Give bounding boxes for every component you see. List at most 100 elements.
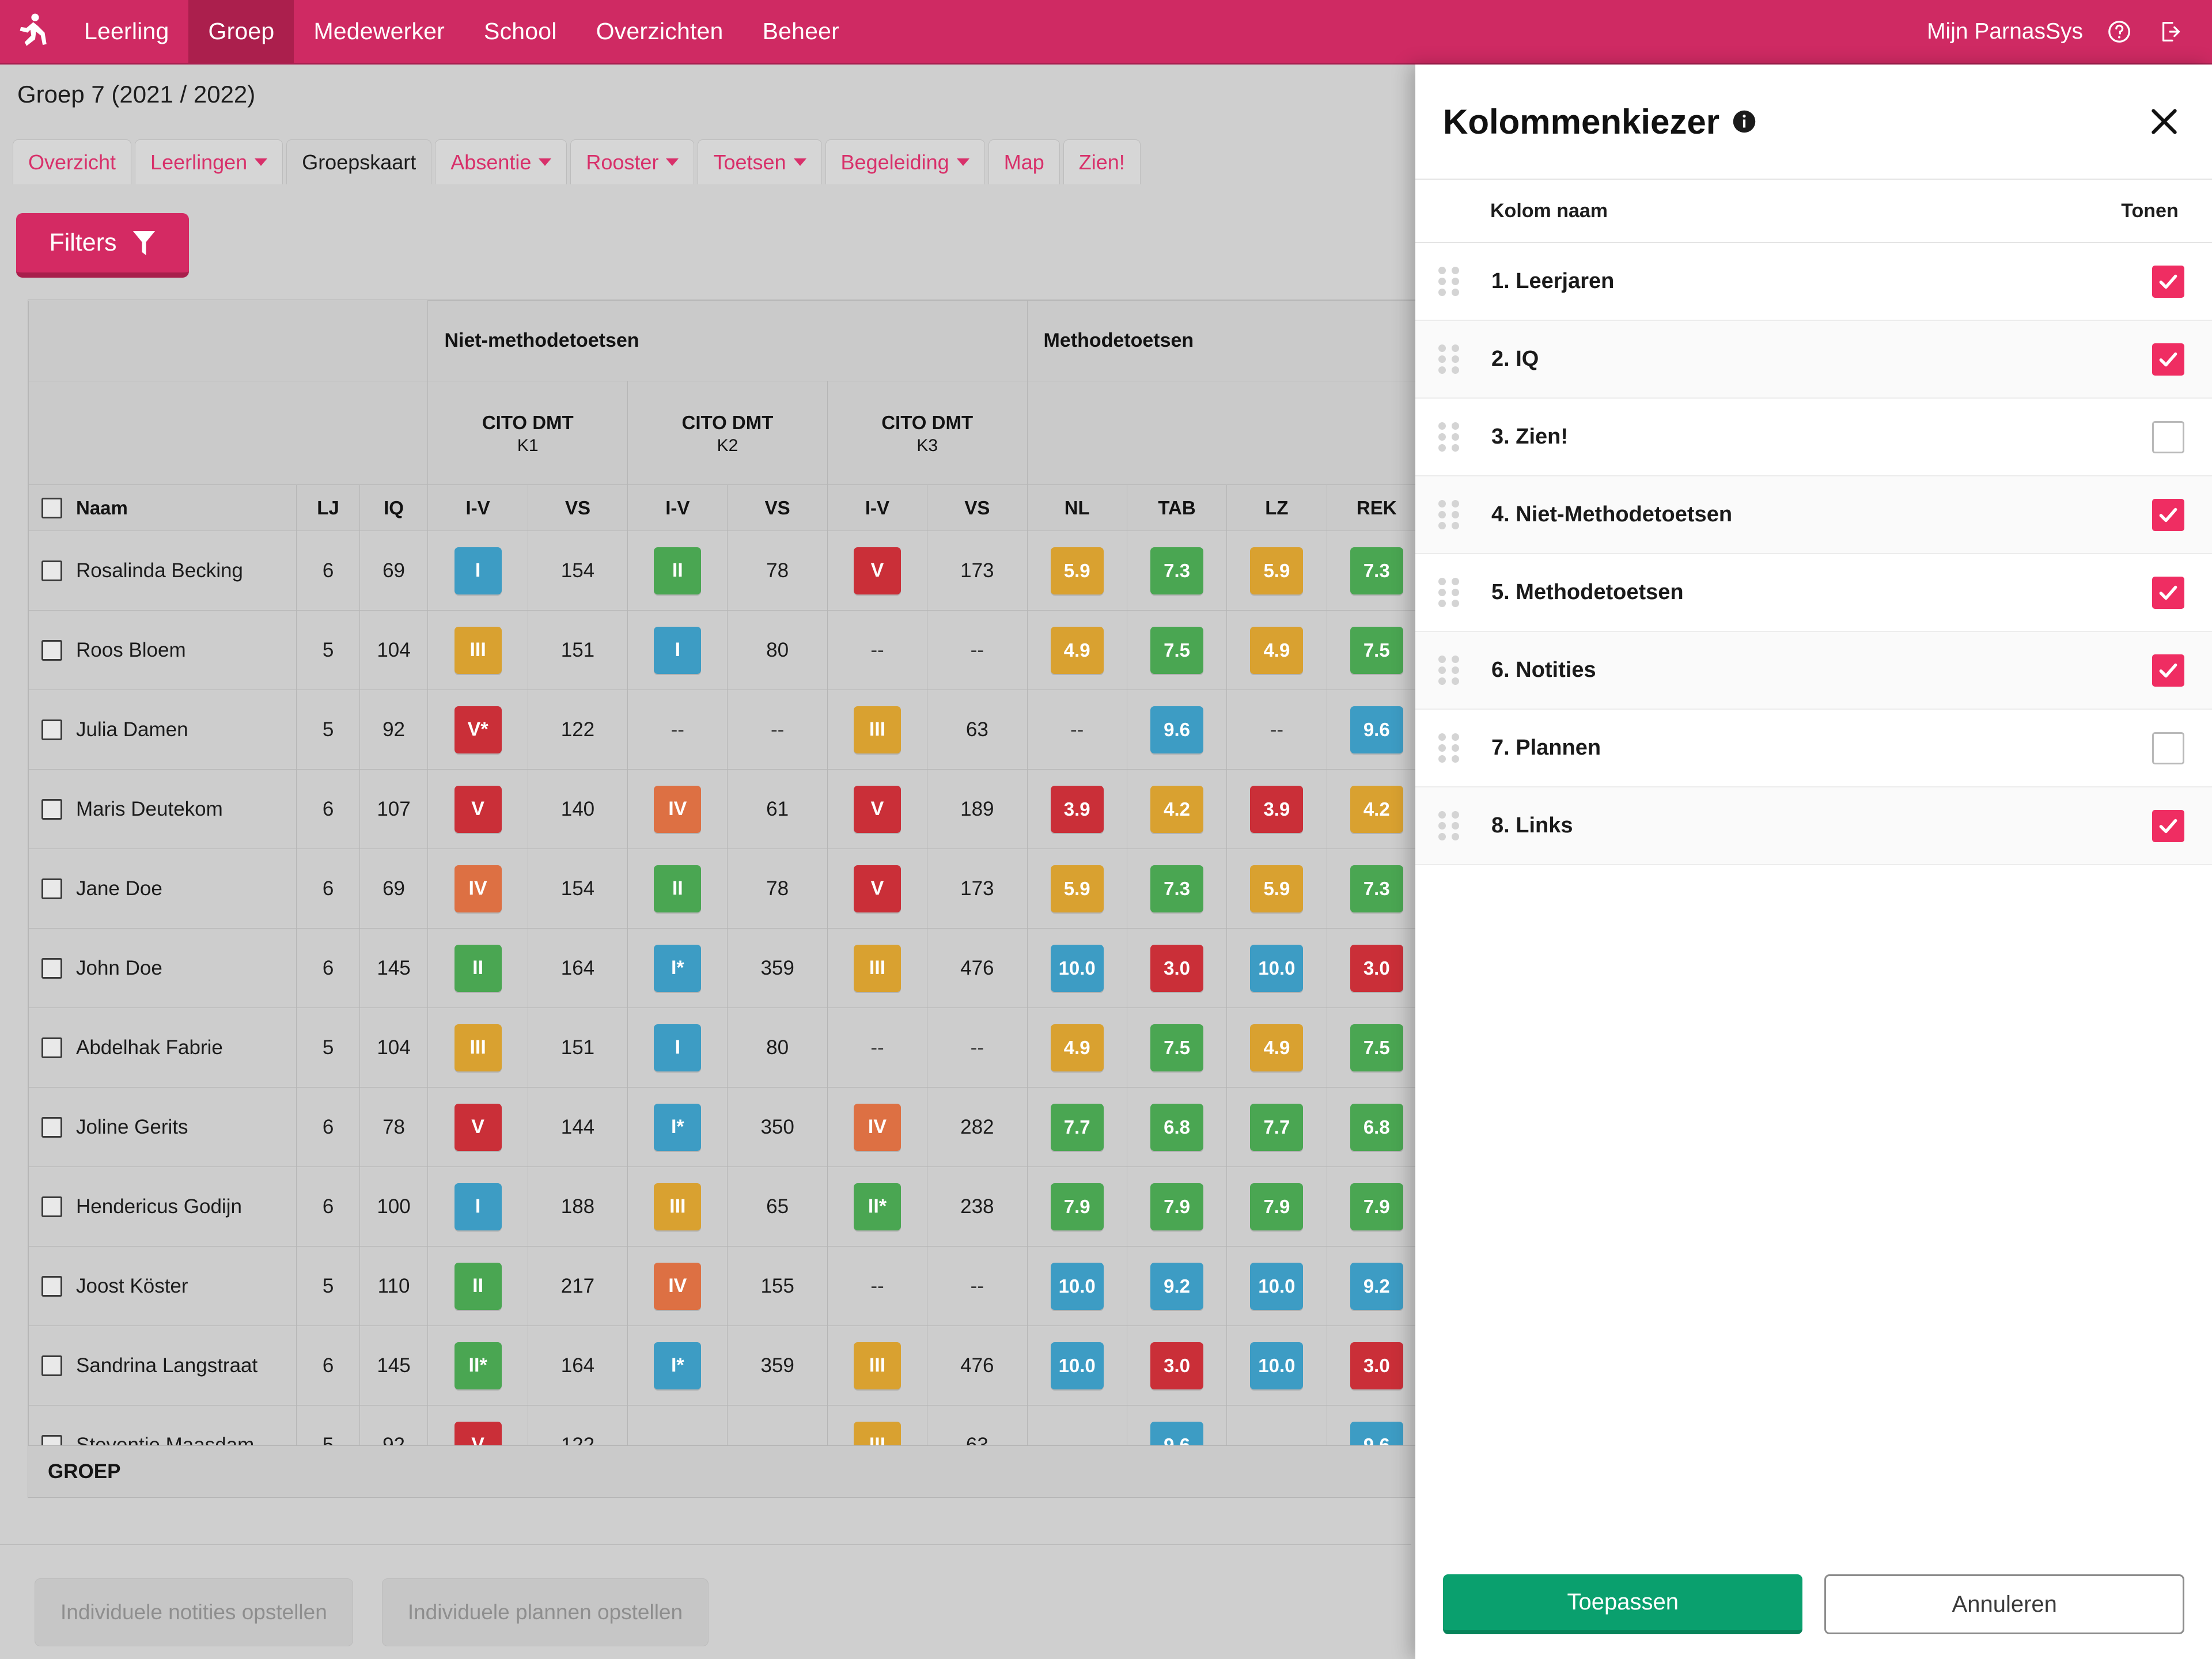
drag-handle-icon[interactable]: [1438, 733, 1467, 763]
help-button[interactable]: [2104, 16, 2135, 47]
table-row[interactable]: Steventie Maasdam 5 92 V 122 -- -- III 63 -- 9.6 --…: [28, 1405, 1427, 1446]
panel-list-item[interactable]: 2. IQ: [1415, 321, 2212, 399]
drag-handle-icon[interactable]: [1438, 267, 1467, 296]
panel-item-checkbox[interactable]: [2152, 498, 2184, 531]
panel-list-item[interactable]: 3. Zien!: [1415, 399, 2212, 476]
panel-item-checkbox[interactable]: [2152, 421, 2184, 453]
table-row[interactable]: Maris Deutekom 6 107 V 140 IV 61 V 189 3.9 4.2 3.9 4…: [28, 769, 1427, 849]
table-row[interactable]: Sandrina Langstraat 6 145 II* 164 I* 359 III 476…: [28, 1325, 1427, 1406]
bottom-button-1[interactable]: Individuele plannen opstellen: [381, 1578, 709, 1646]
bottom-button-0[interactable]: Individuele notities opstellen: [35, 1578, 353, 1646]
table-row[interactable]: Joost Köster 5 110 II 217 IV 155 -- -- 10.0 9.2 10.…: [28, 1246, 1427, 1326]
nav-item-medewerker[interactable]: Medewerker: [294, 0, 464, 63]
student-name[interactable]: Hendericus Godijn: [76, 1195, 242, 1218]
column-header-tab[interactable]: TAB: [1126, 484, 1228, 531]
panel-list-item[interactable]: 5. Methodetoetsen: [1415, 554, 2212, 632]
drag-handle-icon[interactable]: [1438, 344, 1467, 374]
table-row[interactable]: Julia Damen 5 92 V* 122 -- -- III 63 -- 9.6 -- 9.6: [28, 690, 1427, 770]
row-select-checkbox[interactable]: [41, 1116, 62, 1138]
panel-item-checkbox[interactable]: [2152, 654, 2184, 687]
row-select-checkbox[interactable]: [41, 1434, 62, 1445]
student-name[interactable]: Steventie Maasdam: [76, 1434, 254, 1446]
row-select-checkbox[interactable]: [41, 719, 62, 740]
groepskaart-table-container[interactable]: Niet-methodetoetsen Methodetoetsen CITO D…: [28, 300, 1427, 1446]
table-row[interactable]: Abdelhak Fabrie 5 104 III 151 I 80 -- -- 4.9 7.5 4.…: [28, 1007, 1427, 1088]
student-name[interactable]: Joost Köster: [76, 1275, 188, 1298]
row-select-checkbox[interactable]: [41, 798, 62, 820]
student-name[interactable]: Joline Gerits: [76, 1116, 188, 1139]
table-row[interactable]: John Doe 6 145 II 164 I* 359 III 476 10.0 3.0 10.0 3…: [28, 928, 1427, 1008]
panel-list-item[interactable]: 1. Leerjaren: [1415, 243, 2212, 321]
panel-list-item[interactable]: 7. Plannen: [1415, 710, 2212, 787]
cancel-button[interactable]: Annuleren: [1824, 1574, 2184, 1634]
row-select-checkbox[interactable]: [41, 878, 62, 899]
panel-item-checkbox[interactable]: [2152, 265, 2184, 298]
row-select-checkbox[interactable]: [41, 1037, 62, 1058]
info-circle-icon[interactable]: [1732, 109, 1756, 134]
panel-close-button[interactable]: [2144, 101, 2184, 142]
nav-item-groep[interactable]: Groep: [188, 0, 294, 63]
column-header-iv[interactable]: I-V: [427, 484, 528, 531]
panel-item-checkbox[interactable]: [2152, 809, 2184, 842]
nav-item-overzichten[interactable]: Overzichten: [577, 0, 743, 63]
apply-button[interactable]: Toepassen: [1443, 1574, 1803, 1634]
student-name[interactable]: Julia Damen: [76, 718, 188, 741]
tab-rooster[interactable]: Rooster: [570, 139, 695, 184]
panel-list-item[interactable]: 6. Notities: [1415, 632, 2212, 710]
panel-item-checkbox[interactable]: [2152, 343, 2184, 376]
column-header-iv[interactable]: I-V: [627, 484, 728, 531]
column-header-vs[interactable]: VS: [527, 484, 628, 531]
app-logo[interactable]: [0, 0, 65, 63]
table-row[interactable]: Hendericus Godijn 6 100 I 188 III 65 II* 238 7.9 7…: [28, 1166, 1427, 1247]
column-header-iv[interactable]: I-V: [827, 484, 928, 531]
column-header-vs[interactable]: VS: [727, 484, 828, 531]
row-select-checkbox[interactable]: [41, 1355, 62, 1376]
row-select-checkbox[interactable]: [41, 639, 62, 661]
table-row[interactable]: Jane Doe 6 69 IV 154 II 78 V 173 5.9 7.3 5.9 7.3: [28, 849, 1427, 929]
drag-handle-icon[interactable]: [1438, 422, 1467, 452]
column-header-rek[interactable]: REK: [1326, 484, 1427, 531]
nav-item-beheer[interactable]: Beheer: [743, 0, 859, 63]
nav-item-leerling[interactable]: Leerling: [65, 0, 188, 63]
drag-handle-icon[interactable]: [1438, 500, 1467, 529]
column-header-naam[interactable]: Naam: [28, 484, 297, 531]
row-select-checkbox[interactable]: [41, 1275, 62, 1297]
tab-map[interactable]: Map: [988, 139, 1060, 184]
row-select-checkbox[interactable]: [41, 957, 62, 979]
tab-begeleiding[interactable]: Begeleiding: [825, 139, 985, 184]
filters-button[interactable]: Filters: [16, 213, 189, 278]
drag-handle-icon[interactable]: [1438, 656, 1467, 685]
student-name[interactable]: Maris Deutekom: [76, 798, 223, 821]
drag-handle-icon[interactable]: [1438, 811, 1467, 840]
logout-button[interactable]: [2156, 16, 2187, 47]
panel-item-checkbox[interactable]: [2152, 576, 2184, 609]
tab-zien[interactable]: Zien!: [1063, 139, 1141, 184]
panel-list-item[interactable]: 4. Niet-Methodetoetsen: [1415, 476, 2212, 554]
student-name[interactable]: Rosalinda Becking: [76, 559, 243, 582]
student-name[interactable]: Roos Bloem: [76, 639, 186, 662]
nav-item-school[interactable]: School: [464, 0, 577, 63]
table-row[interactable]: Joline Gerits 6 78 V 144 I* 350 IV 282 7.7 6.8 7.7 6…: [28, 1087, 1427, 1167]
tab-groepskaart[interactable]: Groepskaart: [286, 139, 432, 184]
tab-toetsen[interactable]: Toetsen: [698, 139, 822, 184]
tab-overzicht[interactable]: Overzicht: [13, 139, 132, 184]
tab-absentie[interactable]: Absentie: [435, 139, 567, 184]
column-header-vs[interactable]: VS: [927, 484, 1028, 531]
row-select-checkbox[interactable]: [41, 560, 62, 581]
drag-handle-icon[interactable]: [1438, 578, 1467, 607]
row-select-checkbox[interactable]: [41, 1196, 62, 1217]
tab-leerlingen[interactable]: Leerlingen: [135, 139, 283, 184]
student-name[interactable]: John Doe: [76, 957, 162, 980]
table-row[interactable]: Rosalinda Becking 6 69 I 154 II 78 V 173 5.9 7.3 5.…: [28, 531, 1427, 611]
column-header-lz[interactable]: LZ: [1226, 484, 1327, 531]
table-row[interactable]: Roos Bloem 5 104 III 151 I 80 -- -- 4.9 7.5 4.9 7.5: [28, 610, 1427, 690]
student-name[interactable]: Sandrina Langstraat: [76, 1354, 257, 1377]
select-all-checkbox[interactable]: [41, 497, 62, 518]
column-header-lj[interactable]: LJ: [296, 484, 360, 531]
column-header-nl[interactable]: NL: [1027, 484, 1127, 531]
panel-list-item[interactable]: 8. Links: [1415, 787, 2212, 865]
account-label[interactable]: Mijn ParnasSys: [1927, 19, 2083, 44]
panel-item-checkbox[interactable]: [2152, 732, 2184, 764]
student-name[interactable]: Jane Doe: [76, 877, 162, 900]
column-header-iq[interactable]: IQ: [359, 484, 429, 531]
